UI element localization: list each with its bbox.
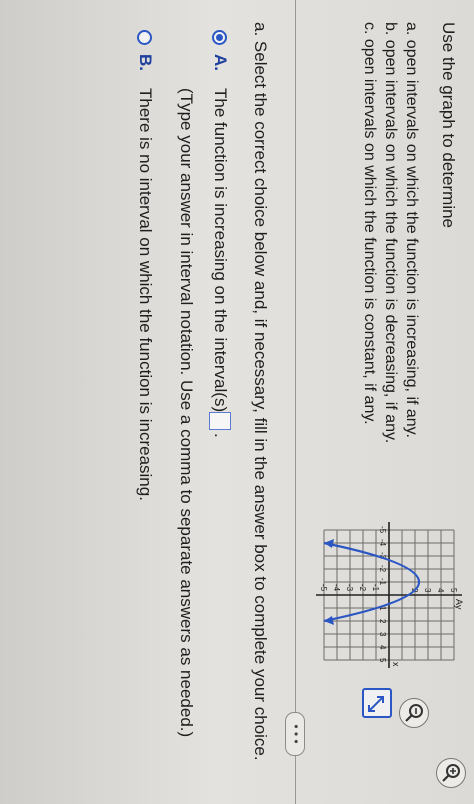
choice-a-hint: (Type your answer in interval notation. … <box>177 88 196 738</box>
curve-arrow-right <box>324 616 334 625</box>
y-tick: -1 <box>371 584 380 592</box>
choice-a-text: The function is increasing on the interv… <box>211 88 230 413</box>
function-graph: Ay x -5 -4 -3 -2 -1 1 2 3 4 5 5 4 3 2 -1… <box>316 522 464 668</box>
x-tick: -2 <box>378 565 387 573</box>
choice-a-letter: A. <box>211 54 230 71</box>
x-tick: 4 <box>378 645 387 650</box>
question-title: Use the graph to determine <box>439 22 458 229</box>
question-page: Use the graph to determine a. open inter… <box>0 0 474 804</box>
zoom-in-button[interactable] <box>436 758 466 788</box>
y-tick: -2 <box>358 584 367 592</box>
more-options-button[interactable]: • • • <box>285 712 305 756</box>
zoom-out-button[interactable] <box>399 698 429 728</box>
x-tick: 2 <box>378 619 387 624</box>
x-axis-label: x <box>391 662 401 667</box>
zoom-out-icon <box>405 704 423 722</box>
expand-icon <box>368 696 384 712</box>
part-a-prompt: a. Select the correct choice below and, … <box>251 22 270 761</box>
choice-a-radio[interactable] <box>212 30 227 45</box>
y-tick: 5 <box>449 588 458 593</box>
question-part-b: b. open intervals on which the function … <box>382 22 399 444</box>
question-part-a: a. open intervals on which the function … <box>403 22 420 438</box>
y-tick: 3 <box>423 588 432 593</box>
choice-b-text: There is no interval on which the functi… <box>136 88 155 501</box>
screen: Use the graph to determine a. open inter… <box>0 0 474 804</box>
y-axis-label: Ay <box>454 599 464 610</box>
zoom-in-icon <box>442 764 460 782</box>
choice-b-letter: B. <box>136 54 155 71</box>
x-tick: -4 <box>378 539 387 547</box>
x-tick: 3 <box>378 632 387 637</box>
y-tick: -3 <box>345 584 354 592</box>
x-tick: -5 <box>378 526 387 534</box>
question-part-c: c. open intervals on which the function … <box>361 22 378 425</box>
choice-b-radio[interactable] <box>137 30 152 45</box>
interval-answer-input[interactable] <box>209 412 231 430</box>
curve-arrow-left <box>324 539 334 548</box>
y-tick: -4 <box>332 584 341 592</box>
graph-axes <box>316 522 462 668</box>
y-tick: -5 <box>319 584 328 592</box>
choice-a-period: . <box>211 433 230 438</box>
section-divider <box>295 0 296 804</box>
expand-graph-button[interactable] <box>362 688 392 718</box>
y-tick: 4 <box>436 588 445 593</box>
x-tick: 5 <box>378 658 387 663</box>
